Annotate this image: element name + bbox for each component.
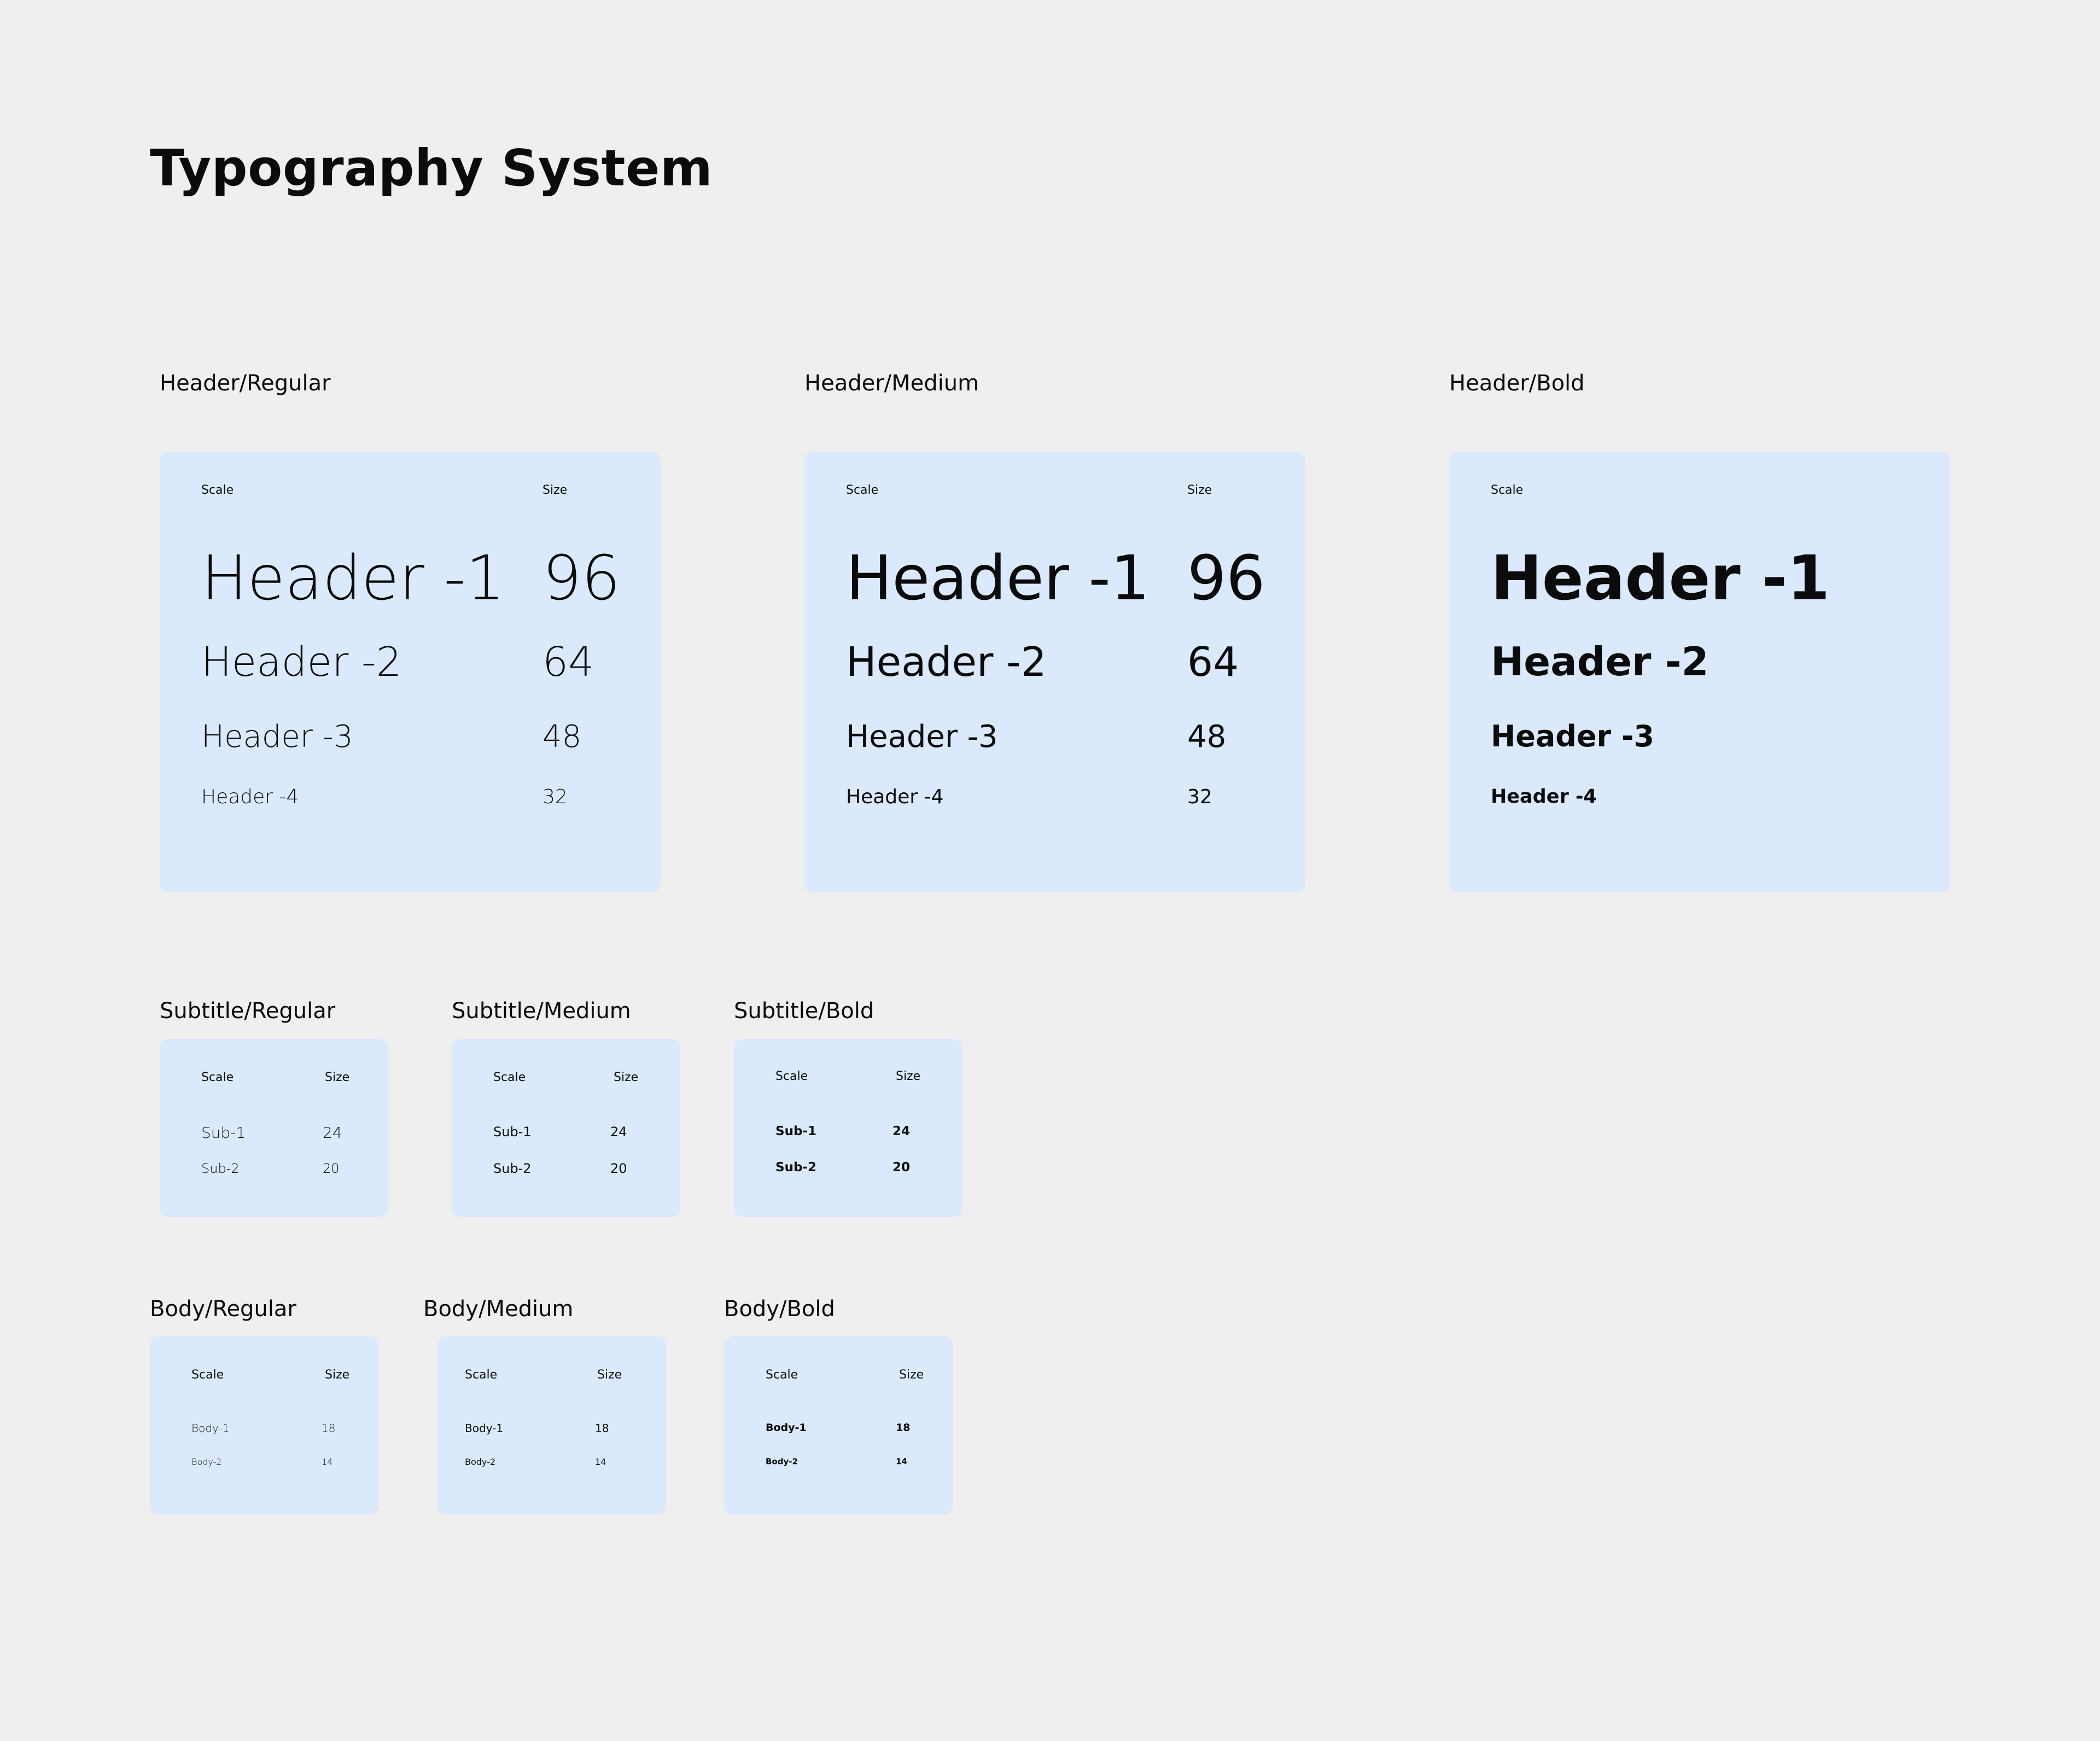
scale-size-header-3: 48 (1187, 719, 1227, 755)
scale-size-body-2: 14 (896, 1457, 907, 1467)
page-title: Typography System (150, 139, 713, 197)
panel-header-medium: Scale Size Header -1 96 Header -2 64 Hea… (804, 452, 1305, 892)
scale-name-header-1: Header -1 (1491, 543, 1830, 614)
scale-name-header-3: Header -3 (846, 719, 998, 755)
scale-name-header-3: Header -3 (1491, 719, 1654, 753)
panel-subtitle-medium: Scale Size Sub-1 24 Sub-2 20 (452, 1039, 680, 1217)
scale-name-body-1: Body-1 (766, 1422, 807, 1434)
scale-name-header-2: Header -2 (846, 639, 1047, 686)
col-header-size: Size (899, 1368, 924, 1382)
col-header-size: Size (1187, 483, 1212, 497)
col-header-size: Size (614, 1071, 639, 1084)
scale-size-body-1: 18 (896, 1422, 911, 1434)
scale-name-sub-1: Sub-1 (201, 1124, 246, 1142)
col-header-size: Size (542, 483, 568, 497)
scale-name-header-1: Header -1 (846, 543, 1150, 614)
col-header-scale: Scale (846, 483, 879, 497)
panel-body-medium: Scale Size Body-1 18 Body-2 14 (438, 1336, 666, 1515)
scale-name-header-2: Header -2 (1491, 639, 1709, 685)
scale-name-sub-1: Sub-1 (493, 1124, 532, 1140)
scale-size-body-1: 18 (322, 1422, 336, 1435)
col-header-scale: Scale (766, 1368, 798, 1382)
scale-name-header-4: Header -4 (1491, 786, 1597, 808)
scale-size-body-1: 18 (595, 1422, 609, 1435)
scale-name-sub-2: Sub-2 (493, 1161, 532, 1176)
scale-size-sub-1: 24 (323, 1124, 342, 1142)
scale-size-header-2: 64 (1187, 639, 1239, 686)
scale-name-sub-1: Sub-1 (775, 1124, 816, 1138)
col-header-scale: Scale (201, 483, 234, 497)
scale-name-header-1: Header -1 (201, 543, 505, 614)
section-label-body-medium: Body/Medium (423, 1296, 574, 1322)
scale-size-sub-2: 20 (610, 1161, 627, 1176)
section-label-body-bold: Body/Bold (724, 1296, 835, 1322)
section-label-header-bold: Header/Bold (1449, 371, 1585, 396)
col-header-size: Size (325, 1071, 350, 1084)
col-header-scale: Scale (775, 1070, 808, 1083)
scale-size-header-4: 32 (1187, 786, 1212, 808)
scale-size-body-2: 14 (322, 1457, 333, 1467)
col-header-scale: Scale (191, 1368, 224, 1382)
scale-name-body-2: Body-2 (191, 1457, 222, 1467)
panel-subtitle-bold: Scale Size Sub-1 24 Sub-2 20 (734, 1039, 962, 1217)
panel-header-regular: Scale Size Header -1 96 Header -2 64 Hea… (160, 452, 661, 892)
scale-size-header-1: 96 (542, 543, 621, 614)
scale-size-sub-1: 24 (892, 1124, 911, 1138)
scale-name-header-4: Header -4 (846, 786, 944, 808)
section-label-subtitle-regular: Subtitle/Regular (160, 998, 336, 1024)
scale-size-header-4: 32 (542, 786, 568, 808)
scale-size-header-1: 96 (1187, 543, 1265, 614)
scale-size-header-2: 64 (542, 639, 594, 686)
section-label-subtitle-bold: Subtitle/Bold (734, 998, 874, 1024)
panel-header-bold: Scale Header -1 Header -2 Header -3 Head… (1449, 452, 1950, 892)
scale-name-body-2: Body-2 (766, 1457, 798, 1467)
scale-name-header-3: Header -3 (201, 719, 353, 755)
scale-size-sub-1: 24 (610, 1124, 627, 1140)
section-label-body-regular: Body/Regular (150, 1296, 296, 1322)
section-label-header-medium: Header/Medium (804, 371, 979, 396)
section-label-subtitle-medium: Subtitle/Medium (452, 998, 631, 1024)
scale-size-sub-2: 20 (323, 1161, 340, 1176)
col-header-size: Size (597, 1368, 622, 1382)
scale-name-header-4: Header -4 (201, 786, 299, 808)
scale-name-body-1: Body-1 (465, 1422, 504, 1435)
scale-name-body-2: Body-2 (465, 1457, 496, 1467)
col-header-size: Size (896, 1070, 921, 1083)
col-header-size: Size (325, 1368, 350, 1382)
section-label-header-regular: Header/Regular (160, 371, 331, 396)
scale-name-body-1: Body-1 (191, 1422, 230, 1435)
col-header-scale: Scale (201, 1071, 234, 1084)
panel-body-bold: Scale Size Body-1 18 Body-2 14 (724, 1336, 953, 1515)
scale-size-header-3: 48 (542, 719, 582, 755)
col-header-scale: Scale (1491, 483, 1524, 497)
col-header-scale: Scale (465, 1368, 498, 1382)
scale-name-sub-2: Sub-2 (775, 1160, 816, 1175)
scale-name-sub-2: Sub-2 (201, 1161, 240, 1176)
panel-subtitle-regular: Scale Size Sub-1 24 Sub-2 20 (160, 1039, 388, 1217)
scale-size-body-2: 14 (595, 1457, 606, 1467)
scale-size-sub-2: 20 (892, 1160, 911, 1175)
col-header-scale: Scale (493, 1071, 526, 1084)
scale-name-header-2: Header -2 (201, 639, 402, 686)
panel-body-regular: Scale Size Body-1 18 Body-2 14 (150, 1336, 378, 1515)
